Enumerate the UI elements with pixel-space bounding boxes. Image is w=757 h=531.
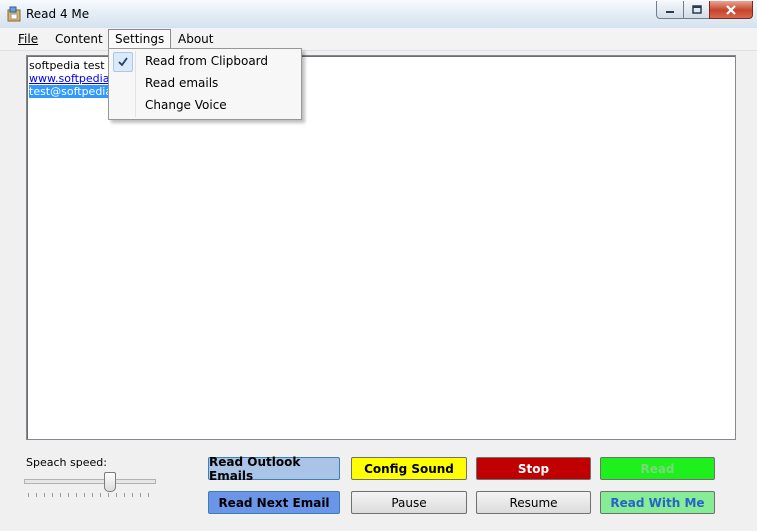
- button-label: Resume: [509, 495, 558, 510]
- config-sound-button[interactable]: Config Sound: [351, 457, 467, 480]
- speed-slider-thumb[interactable]: [104, 472, 116, 492]
- menu-item-change-voice[interactable]: Change Voice: [111, 95, 299, 115]
- button-label: Read Outlook Emails: [209, 454, 301, 483]
- button-label: Config Sound: [364, 461, 454, 476]
- speed-label: Speach speed:: [26, 456, 107, 469]
- stop-button[interactable]: Stop: [476, 457, 591, 480]
- minimize-button[interactable]: [656, 1, 684, 19]
- close-icon: [726, 4, 736, 15]
- read-with-me-button[interactable]: Read With Me: [600, 491, 715, 514]
- menu-item-read-emails[interactable]: Read emails: [111, 73, 299, 93]
- checkmark-box: [113, 52, 133, 72]
- button-label: Read With Me: [610, 495, 705, 510]
- maximize-icon: [691, 5, 702, 14]
- slider-ticks: [28, 493, 152, 497]
- button-label: Stop: [517, 461, 550, 476]
- checkmark-icon: [118, 57, 128, 67]
- resume-button[interactable]: Resume: [476, 491, 591, 514]
- read-next-email-button[interactable]: Read Next Email: [208, 491, 340, 514]
- menu-about-label: About: [178, 32, 214, 46]
- title-bar: Read 4 Me: [0, 0, 757, 29]
- speed-slider-track[interactable]: [24, 479, 156, 484]
- button-label: Pause: [391, 495, 427, 510]
- maximize-button[interactable]: [683, 1, 710, 19]
- read-button[interactable]: Read: [600, 457, 715, 480]
- text-line-link[interactable]: www.softpedia.c: [29, 72, 119, 85]
- app-icon: [7, 6, 21, 22]
- menu-settings-label: Settings: [115, 32, 165, 46]
- button-label: Read: [640, 461, 675, 476]
- button-label: Read Next Email: [218, 495, 330, 510]
- pause-button[interactable]: Pause: [351, 491, 467, 514]
- text-line: softpedia test: [29, 59, 105, 72]
- menu-file-label: File: [18, 32, 39, 46]
- menu-content-label: Content: [55, 32, 103, 46]
- menu-item-label: Read from Clipboard: [145, 54, 269, 68]
- menu-about[interactable]: About: [172, 30, 219, 48]
- settings-dropdown: Read from Clipboard Read emails Change V…: [108, 48, 302, 120]
- menu-item-label: Change Voice: [145, 98, 227, 112]
- read-outlook-emails-button[interactable]: Read Outlook Emails: [208, 454, 340, 483]
- minimize-icon: [666, 10, 674, 13]
- close-button[interactable]: [709, 1, 753, 19]
- menu-item-label: Read emails: [145, 76, 219, 90]
- menu-file[interactable]: File: [12, 30, 44, 48]
- menu-content[interactable]: Content: [49, 30, 109, 48]
- menu-item-read-from-clipboard[interactable]: Read from Clipboard: [111, 51, 299, 72]
- menu-settings[interactable]: Settings: [108, 29, 172, 49]
- window-title: Read 4 Me: [26, 7, 90, 21]
